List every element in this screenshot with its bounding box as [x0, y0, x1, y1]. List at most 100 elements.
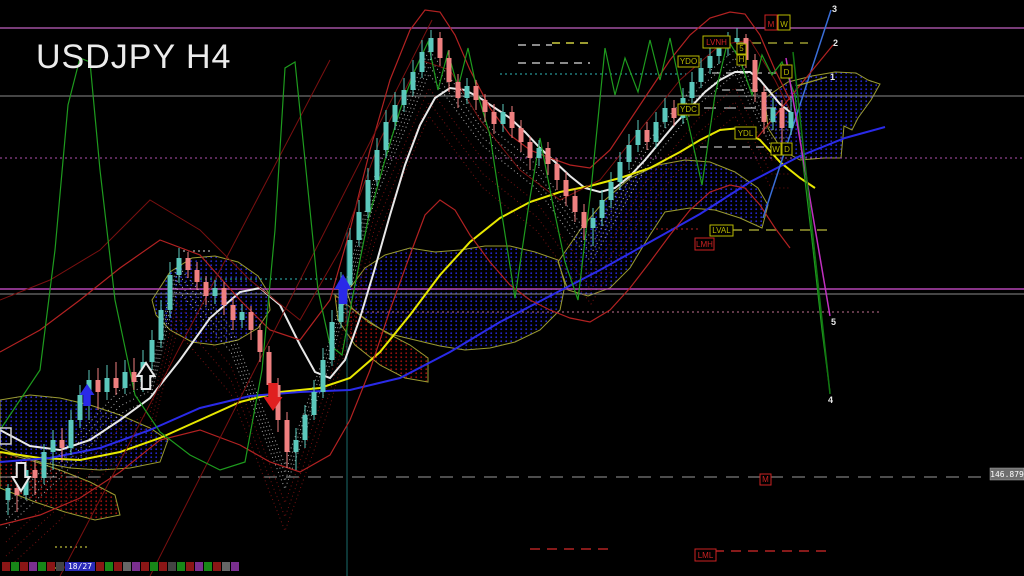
candle-body [230, 305, 236, 320]
candle-body [464, 86, 470, 98]
candle-body [329, 322, 335, 360]
candle-body [266, 352, 272, 385]
wave-number-label: 1 [830, 72, 835, 82]
candle-body [383, 122, 389, 150]
candle-body [257, 330, 263, 352]
candle-body [149, 340, 155, 362]
chart-window: USDJPY H4 M W LVNH 5 H YDO D YDC YDL W D LVAL LMH M LM… [0, 0, 1024, 576]
session-strip-block [159, 562, 167, 571]
candle-body [761, 92, 767, 122]
candle-body [581, 212, 587, 228]
candle-body [194, 270, 200, 282]
session-strip-block [150, 562, 158, 571]
candle-body [59, 440, 65, 448]
pivot-label-text: LML [698, 551, 714, 560]
candle-body [77, 395, 83, 420]
session-strip-block [56, 562, 64, 571]
session-strip-block [168, 562, 176, 571]
candle-body [176, 258, 182, 275]
wave-number-label: 5 [831, 317, 836, 327]
session-strip-block [195, 562, 203, 571]
candle-body [428, 38, 434, 52]
session-strip-block [213, 562, 221, 571]
candle-body [644, 130, 650, 142]
session-strip-block [222, 562, 230, 571]
pivot-label-text: 5 [739, 44, 744, 53]
session-strip-block [96, 562, 104, 571]
candlestick-chart-canvas[interactable]: M WLVNH5HYDODYDCYDLW DLVALLMHMLML3215418/2… [0, 0, 1024, 576]
pivot-label-text: LMH [696, 240, 713, 249]
session-strip-counter: 18/27 [68, 562, 92, 571]
wave-number-label: 2 [833, 38, 838, 48]
candle-body [509, 112, 515, 128]
candle-body [455, 82, 461, 98]
candle-body [284, 420, 290, 452]
candle-body [5, 488, 11, 500]
candle-body [536, 148, 542, 158]
session-strip-block [47, 562, 55, 571]
candle-body [599, 200, 605, 218]
session-strip-block [132, 562, 140, 571]
symbol-timeframe-title: USDJPY H4 [36, 38, 232, 76]
session-strip-block [141, 562, 149, 571]
candle-body [167, 275, 173, 310]
candle-body [311, 392, 317, 415]
candle-body [401, 90, 407, 105]
pivot-label-text: M [768, 20, 775, 29]
candle-body [122, 372, 128, 388]
candle-body [635, 130, 641, 145]
candle-body [437, 38, 443, 58]
candle-body [770, 108, 776, 122]
candle-body [374, 150, 380, 180]
candle-body [50, 440, 56, 452]
candle-body [104, 378, 110, 392]
candle-body [527, 142, 533, 158]
candle-body [698, 68, 704, 82]
candle-body [779, 108, 785, 128]
candle-body [248, 312, 254, 330]
candle-body [608, 182, 614, 200]
candle-body [788, 112, 794, 128]
candle-body [32, 470, 38, 478]
session-strip-block [177, 562, 185, 571]
pivot-label-text: YDL [738, 129, 754, 138]
candle-body [554, 164, 560, 180]
candle-body [590, 218, 596, 228]
session-strip-block [105, 562, 113, 571]
pivot-label-text: W [772, 145, 780, 154]
candle-body [626, 145, 632, 162]
candle-body [347, 240, 353, 285]
pivot-label-text: D [784, 145, 790, 154]
candle-body [392, 105, 398, 122]
session-strip-block [204, 562, 212, 571]
session-strip-block [20, 562, 28, 571]
candle-body [500, 112, 506, 124]
candle-body [662, 108, 668, 122]
candle-body [365, 180, 371, 212]
wave-number-label: 3 [832, 4, 837, 14]
pivot-label-text: YDO [680, 57, 697, 66]
session-strip-block [11, 562, 19, 571]
candle-body [563, 180, 569, 196]
candle-body [491, 112, 497, 124]
candle-body [239, 312, 245, 320]
candle-body [68, 420, 74, 448]
wave-number-label: 4 [828, 395, 833, 405]
candle-body [734, 38, 740, 42]
candle-body [185, 258, 191, 270]
candle-body [716, 48, 722, 56]
pivot-label-text: LVNH [706, 38, 727, 47]
candle-body [473, 86, 479, 100]
candle-body [212, 288, 218, 296]
session-strip-block [123, 562, 131, 571]
session-strip-block [2, 562, 10, 571]
candle-body [671, 108, 677, 118]
session-strip-block [186, 562, 194, 571]
session-strip-block [114, 562, 122, 571]
pivot-label-text: H [739, 55, 745, 64]
session-strip-block [38, 562, 46, 571]
candle-body [446, 58, 452, 82]
red-diag-1 [59, 59, 331, 576]
pivot-label-text: M [762, 475, 769, 484]
price-tag-value: 146.879 [990, 470, 1024, 479]
